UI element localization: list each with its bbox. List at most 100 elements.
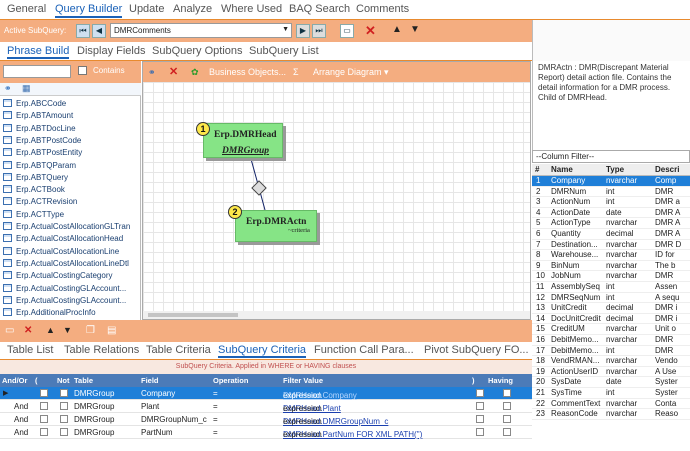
move-up-icon[interactable]: ▲: [392, 24, 402, 35]
last-icon[interactable]: ⏭: [312, 24, 326, 38]
column-row[interactable]: 2 DMRNum int DMR: [532, 187, 690, 198]
diagram-canvas[interactable]: ⚭ ✕ ✿ Business Objects... Σ Arrange Diag…: [142, 61, 531, 320]
criteria-operation[interactable]: =: [213, 428, 218, 437]
tab-query-builder[interactable]: Query Builder: [55, 3, 123, 18]
col-not[interactable]: Not: [57, 376, 70, 385]
not-checkbox[interactable]: [60, 428, 68, 436]
column-row[interactable]: 6 Quantity decimal DMR A: [532, 229, 690, 240]
close-paren-checkbox[interactable]: [476, 415, 484, 423]
table-list-item[interactable]: Erp.ABTQuery: [0, 171, 141, 183]
criteria-row[interactable]: And DMRGroup Plant = DMRHead.Plant expressio…: [0, 400, 532, 413]
col-operation[interactable]: Operation: [213, 376, 248, 385]
col-filter-value[interactable]: Filter Value: [283, 376, 323, 385]
col-description[interactable]: Descri: [655, 165, 679, 174]
column-row[interactable]: 3 ActionNum int DMR a: [532, 197, 690, 208]
column-row[interactable]: 21 SysTime int Syster: [532, 388, 690, 399]
criteria-operation[interactable]: =: [213, 402, 218, 411]
criteria-and-or[interactable]: And: [14, 415, 28, 424]
column-row[interactable]: 12 DMRSeqNum int A sequ: [532, 293, 690, 304]
col-field[interactable]: Field: [141, 376, 159, 385]
criteria-field[interactable]: DMRGroupNum_c: [141, 415, 207, 424]
column-row[interactable]: 14 DocUnitCredit decimal DMR i: [532, 314, 690, 325]
column-row[interactable]: 4 ActionDate date DMR A: [532, 208, 690, 219]
column-row[interactable]: 15 CreditUM nvarchar Unit o: [532, 324, 690, 335]
col-type[interactable]: Type: [606, 165, 624, 174]
horizontal-scrollbar[interactable]: [143, 311, 530, 319]
open-paren-checkbox[interactable]: [40, 389, 48, 397]
tab-general[interactable]: General: [7, 3, 46, 15]
col-open-paren[interactable]: (: [35, 376, 38, 385]
criteria-operation[interactable]: =: [213, 389, 218, 398]
contains-checkbox[interactable]: [78, 66, 87, 75]
column-row[interactable]: 23 ReasonCode nvarchar Reaso: [532, 409, 690, 420]
table-list-item[interactable]: Erp.ABTQParam: [0, 159, 141, 171]
having-checkbox[interactable]: [503, 389, 511, 397]
open-paren-checkbox[interactable]: [40, 415, 48, 423]
criteria-table[interactable]: DMRGroup: [74, 402, 114, 411]
move-down-icon[interactable]: ▼: [63, 325, 72, 335]
table-list-item[interactable]: Erp.ACTRevision: [0, 195, 141, 207]
table-list-item[interactable]: Erp.ABTDocLine: [0, 122, 141, 134]
criteria-and-or[interactable]: And: [14, 402, 28, 411]
table-list-item[interactable]: Erp.ActualCostAllocationGLTran: [0, 220, 141, 232]
new-icon[interactable]: ▭: [5, 325, 14, 336]
table-list-item[interactable]: Erp.ActualCostingGLAccount...: [0, 294, 141, 306]
table-node-dmractn[interactable]: Erp.DMRActn ~criteria: [235, 210, 317, 242]
column-row[interactable]: 5 ActionType nvarchar DMR A: [532, 218, 690, 229]
table-list-item[interactable]: Erp.ACTBook: [0, 183, 141, 195]
column-row[interactable]: 19 ActionUserID nvarchar A Use: [532, 367, 690, 378]
tab-table-criteria[interactable]: Table Criteria: [146, 344, 211, 356]
tab-function-call-params[interactable]: Function Call Para...: [314, 344, 414, 356]
column-row[interactable]: 18 VendRMAN... nvarchar Vendo: [532, 356, 690, 367]
table-list-item[interactable]: Erp.ABCCode: [0, 97, 141, 109]
criteria-operation[interactable]: =: [213, 415, 218, 424]
criteria-field[interactable]: Plant: [141, 402, 159, 411]
table-filter-input[interactable]: [3, 65, 71, 78]
column-row[interactable]: 9 BinNum nvarchar The b: [532, 261, 690, 272]
criteria-table[interactable]: DMRGroup: [74, 428, 114, 437]
tab-baq-search[interactable]: BAQ Search: [289, 3, 350, 15]
col-table[interactable]: Table: [74, 376, 93, 385]
tab-subquery-criteria[interactable]: SubQuery Criteria: [218, 344, 307, 358]
delete-icon[interactable]: ✕: [365, 23, 376, 39]
column-row[interactable]: 13 UnitCredit decimal DMR i: [532, 303, 690, 314]
criteria-and-or[interactable]: And: [14, 428, 28, 437]
table-list-item[interactable]: Erp.ABTAmount: [0, 109, 141, 121]
next-icon[interactable]: ▶: [296, 24, 310, 38]
col-close-paren[interactable]: ): [472, 376, 475, 385]
criteria-row[interactable]: ▶ DMRGroup Company = DMRHead.Company express…: [0, 387, 532, 400]
open-paren-checkbox[interactable]: [40, 402, 48, 410]
table-node-dmrhead[interactable]: Erp.DMRHead DMRGroup: [203, 123, 283, 158]
column-row[interactable]: 1 Company nvarchar Comp: [532, 176, 690, 187]
table-list-item[interactable]: Erp.AdditionalProcInfo: [0, 306, 141, 318]
having-checkbox[interactable]: [503, 402, 511, 410]
table-list-item[interactable]: Erp.ActualCostingCategory: [0, 269, 141, 281]
tab-subquery-list[interactable]: SubQuery List: [249, 45, 319, 57]
move-up-icon[interactable]: ▲: [46, 325, 55, 335]
not-checkbox[interactable]: [60, 402, 68, 410]
table-list-item[interactable]: Erp.ActualCostAllocationHead: [0, 232, 141, 244]
not-checkbox[interactable]: [60, 389, 68, 397]
criteria-field[interactable]: Company: [141, 389, 175, 398]
criteria-field[interactable]: PartNum: [141, 428, 173, 437]
col-num[interactable]: #: [535, 165, 539, 174]
col-having[interactable]: Having: [488, 376, 513, 385]
close-paren-checkbox[interactable]: [476, 402, 484, 410]
criteria-table[interactable]: DMRGroup: [74, 415, 114, 424]
close-paren-checkbox[interactable]: [476, 428, 484, 436]
tab-table-list[interactable]: Table List: [7, 344, 53, 356]
column-row[interactable]: 7 Destination... nvarchar DMR D: [532, 240, 690, 251]
tab-comments[interactable]: Comments: [356, 3, 409, 15]
column-row[interactable]: 16 DebitMemo... nvarchar DMR: [532, 335, 690, 346]
open-paren-checkbox[interactable]: [40, 428, 48, 436]
tab-display-fields[interactable]: Display Fields: [77, 45, 145, 57]
having-checkbox[interactable]: [503, 415, 511, 423]
column-row[interactable]: 8 Warehouse... nvarchar ID for: [532, 250, 690, 261]
copy-icon[interactable]: ❐: [86, 325, 95, 336]
join-diamond-icon[interactable]: [251, 180, 267, 196]
table-list-item[interactable]: Erp.ActualCostAllocationLine: [0, 245, 141, 257]
delete-icon[interactable]: ✕: [24, 325, 32, 336]
table-list-item[interactable]: Erp.ACTType: [0, 208, 141, 220]
column-filter-input[interactable]: --Column Filter--: [532, 150, 690, 163]
column-row[interactable]: 22 CommentText nvarchar Conta: [532, 399, 690, 410]
